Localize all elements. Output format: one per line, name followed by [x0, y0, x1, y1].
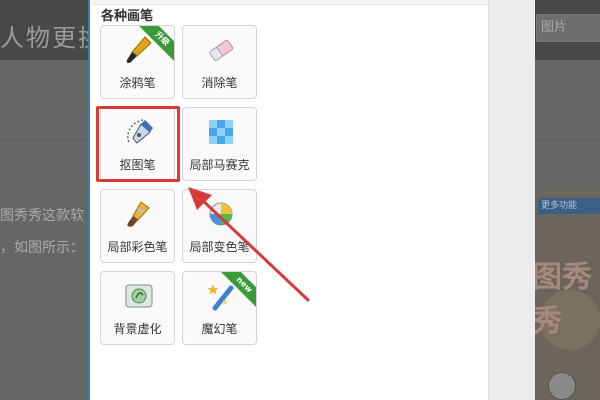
- tool-label: 局部彩色笔: [107, 240, 168, 254]
- color-brush-icon: [127, 201, 150, 227]
- eraser-icon: [209, 39, 234, 61]
- selection-highlight: [96, 106, 180, 182]
- tool-label: 涂鸦笔: [119, 76, 156, 90]
- promo-title: 图秀秀: [532, 260, 592, 339]
- mosaic-icon: [209, 120, 233, 144]
- promo-tab: 更多功能: [538, 198, 600, 214]
- tool-local-recolor-pen[interactable]: 局部变色笔: [182, 189, 257, 263]
- avatar: [548, 372, 576, 400]
- brush-icon: [126, 36, 152, 64]
- tool-local-mosaic[interactable]: 局部马赛克: [182, 107, 257, 181]
- background-tab: 图片: [536, 14, 600, 42]
- tool-eraser-pen[interactable]: 消除笔: [182, 25, 257, 99]
- tool-label: 局部马赛克: [189, 158, 250, 172]
- background-text-line-1: 图秀秀这款软: [0, 208, 84, 224]
- tool-label: 局部变色笔: [189, 240, 250, 254]
- tool-label: 魔幻笔: [201, 322, 238, 336]
- blur-background-icon: [125, 284, 153, 308]
- tool-label: 消除笔: [201, 76, 238, 90]
- background-text-line-2: ，如图所示：: [0, 240, 84, 256]
- tool-local-color-pen[interactable]: 局部彩色笔: [100, 189, 175, 263]
- section-title: 各种画笔: [101, 9, 154, 24]
- tool-doodle-pen[interactable]: 升级 涂鸦笔: [100, 25, 175, 99]
- tool-label: 背景虚化: [113, 322, 162, 336]
- color-change-icon: [209, 202, 233, 226]
- magic-wand-icon: [207, 284, 234, 311]
- tool-magic-pen[interactable]: new 魔幻笔: [182, 271, 257, 345]
- tool-background-blur[interactable]: 背景虚化: [100, 271, 175, 345]
- panel-scroll-area[interactable]: [488, 0, 535, 400]
